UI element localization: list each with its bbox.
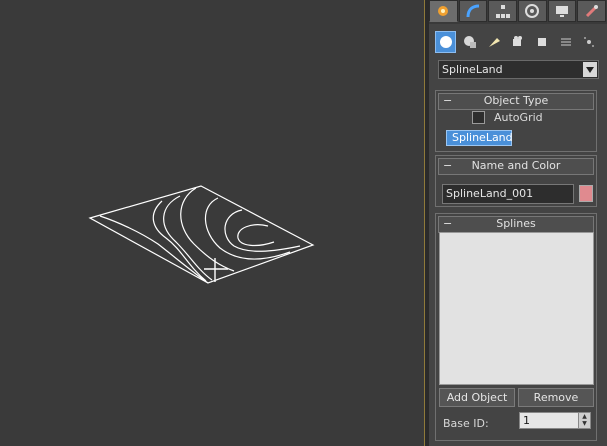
autogrid-label: AutoGrid [494,111,543,124]
create-icon [438,6,449,16]
terrain-outline [88,185,315,284]
utilities-tab[interactable] [577,0,607,22]
shapes-button[interactable] [459,31,480,53]
hierarchy-tab[interactable] [488,0,518,22]
base-id-value: 1 [523,414,530,427]
object-name-field[interactable]: SplineLand_001 [442,184,574,204]
helpers-button[interactable] [531,31,552,53]
space-warps-icon [560,38,571,46]
modify-icon [466,4,480,18]
autogrid-checkbox[interactable] [472,111,485,124]
contour-line [152,200,207,282]
display-icon [556,6,569,17]
splineland-type-button[interactable]: SplineLand [446,130,513,146]
create-tab[interactable] [429,0,458,22]
command-panel: SplineLand − Object Type AutoGrid Spline… [429,0,607,446]
subcategory-value: SplineLand [442,63,503,76]
add-object-button[interactable]: Add Object [439,388,515,407]
command-panel-tabs [429,0,607,24]
splines-list[interactable] [439,232,594,385]
space-warps-button[interactable] [555,31,576,53]
cameras-icon [512,36,522,46]
autogrid-row: AutoGrid [472,111,543,124]
object-type-title: Object Type [483,94,549,107]
collapse-icon: − [443,94,453,107]
geometry-icon [439,36,452,48]
object-category-bar [435,30,603,54]
object-type-header[interactable]: − Object Type [438,93,594,110]
splines-header[interactable]: − Splines [438,216,594,233]
object-color-swatch[interactable] [579,185,593,202]
motion-tab[interactable] [518,0,547,22]
contour-line [237,224,275,247]
remove-button[interactable]: Remove [518,388,594,407]
geometry-button[interactable] [435,31,457,53]
modify-tab[interactable] [458,0,488,22]
lights-button[interactable] [483,31,504,53]
systems-button[interactable] [579,31,600,53]
collapse-icon: − [443,217,453,230]
perspective-viewport[interactable] [0,0,425,446]
spinner-arrows[interactable]: ▲ ▼ [578,413,590,428]
motion-icon [525,4,540,18]
base-id-label: Base ID: [443,417,489,430]
cameras-button[interactable] [507,31,528,53]
contour-line [99,215,209,284]
name-and-color-title: Name and Color [471,159,561,172]
utilities-icon [585,5,598,18]
terrain-wireframe [88,185,315,284]
helpers-icon [537,38,546,46]
splineland-mesh [88,185,315,284]
subcategory-dropdown[interactable]: SplineLand [438,60,599,79]
name-and-color-rollout: − Name and Color SplineLand_001 [435,155,597,207]
lights-icon [488,38,500,47]
chevron-down-icon[interactable] [583,62,597,77]
hierarchy-icon [495,5,510,18]
chevron-down-icon[interactable]: ▼ [582,421,587,427]
systems-icon [584,37,595,47]
collapse-icon: − [443,159,453,172]
base-id-spinner[interactable]: 1 ▲ ▼ [519,412,591,429]
chevron-up-icon[interactable]: ▲ [582,413,587,420]
splines-rollout: − Splines Add Object Remove Base ID: 1 ▲… [435,213,597,441]
shapes-icon [463,36,476,48]
splines-title: Splines [496,217,536,230]
object-type-rollout: − Object Type AutoGrid SplineLand [435,90,597,152]
name-and-color-header[interactable]: − Name and Color [438,158,594,175]
display-tab[interactable] [547,0,577,22]
